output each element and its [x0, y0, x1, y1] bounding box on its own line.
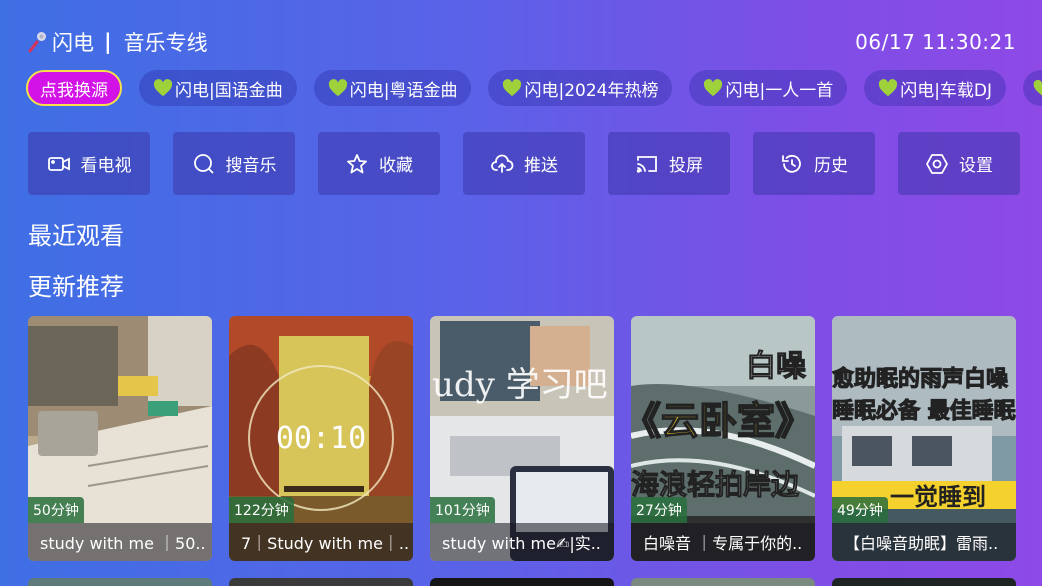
- chip-label: 闪电|国语金曲: [175, 80, 283, 101]
- video-card-peek[interactable]: [832, 578, 1016, 586]
- overlay-text: 愈助眠的雨声白噪: [832, 366, 1009, 392]
- action-label: 设置: [959, 156, 993, 176]
- cloud-upload-icon: [491, 154, 514, 173]
- video-card-peek[interactable]: [28, 578, 212, 586]
- source-chip-row: 点我换源 闪电|国语金曲 闪电|粤语金曲 闪电|2024年热榜 闪电|一人一首 …: [26, 70, 1042, 106]
- source-chip[interactable]: 闪电|2024年热榜: [488, 70, 673, 106]
- duration-badge: 101分钟: [430, 497, 495, 523]
- heart-icon: [503, 79, 522, 97]
- overlay-text: 一觉睡到: [890, 483, 986, 511]
- duration-badge: 122分钟: [229, 497, 294, 523]
- recommend-section-title: 更新推荐: [28, 273, 124, 301]
- chip-label: 闪电|2024年热榜: [524, 80, 659, 101]
- overlay-text: 白噪: [746, 349, 806, 384]
- action-label: 推送: [524, 156, 558, 176]
- card-title: 白噪音 ｜专属于你的..: [631, 523, 815, 561]
- star-icon: [347, 153, 367, 173]
- settings-button[interactable]: 设置: [898, 132, 1020, 195]
- duration-badge: 50分钟: [28, 497, 84, 523]
- heart-icon: [328, 79, 347, 97]
- action-label: 搜音乐: [225, 156, 277, 176]
- video-card[interactable]: 愈助眠的雨声白噪 睡眠必备 最佳睡眠 一觉睡到 49分钟 【白噪音助眠】雷雨..: [832, 316, 1016, 561]
- video-card-peek[interactable]: [229, 578, 413, 586]
- search-music-button[interactable]: 搜音乐: [173, 132, 295, 195]
- overlay-text: 《云卧室》: [631, 399, 813, 443]
- cast-icon: [636, 155, 657, 173]
- heart-icon: [1033, 79, 1042, 96]
- video-card[interactable]: udy 学习吧！ 101分钟 study with me✍|实..: [430, 316, 614, 561]
- recent-section-title: 最近观看: [28, 222, 124, 250]
- card-title: study with me✍|实..: [430, 523, 614, 561]
- brand-name: 闪电: [52, 31, 94, 55]
- action-label: 看电视: [80, 156, 132, 176]
- video-card-peek[interactable]: [430, 578, 614, 586]
- action-label: 投屏: [669, 156, 703, 176]
- card-title: study with me ｜50..: [28, 523, 212, 561]
- brand-subtitle: 音乐专线: [123, 31, 208, 55]
- video-card[interactable]: 50分钟 study with me ｜50..: [28, 316, 212, 561]
- history-icon: [782, 154, 801, 173]
- push-button[interactable]: 推送: [463, 132, 585, 195]
- source-chip[interactable]: 闪电|车载DJ: [864, 70, 1007, 106]
- card-title: 【白噪音助眠】雷雨..: [832, 523, 1016, 561]
- heart-icon: [153, 79, 173, 97]
- source-chip[interactable]: [1023, 70, 1042, 106]
- video-card[interactable]: 白噪 《云卧室》 海浪轻拍岸边 27分钟 白噪音 ｜专属于你的..: [631, 316, 815, 561]
- switch-source-chip[interactable]: 点我换源: [26, 70, 122, 106]
- action-bar: 看电视 搜音乐 收藏 推送 投屏 历史 设置: [28, 132, 1020, 195]
- top-bar: 闪电 | 音乐专线 06/17 11:30:21: [26, 27, 1016, 57]
- favorites-button[interactable]: 收藏: [318, 132, 440, 195]
- chip-label: 闪电|粤语金曲: [349, 80, 458, 101]
- overlay-text: 睡眠必备 最佳睡眠: [832, 398, 1016, 424]
- heart-icon: [704, 79, 723, 97]
- chip-label: 点我换源: [40, 80, 108, 101]
- heart-icon: [879, 79, 898, 97]
- history-button[interactable]: 历史: [753, 132, 875, 195]
- source-chip[interactable]: 闪电|国语金曲: [139, 70, 297, 106]
- search-icon: [193, 153, 214, 174]
- action-label: 历史: [814, 156, 848, 176]
- cast-button[interactable]: 投屏: [608, 132, 730, 195]
- tv-camera-icon: [47, 156, 70, 171]
- overlay-text: udy 学习吧！: [432, 365, 614, 405]
- video-card-peek[interactable]: [631, 578, 815, 586]
- recommend-list-next-row: [28, 578, 1016, 586]
- source-chip[interactable]: 闪电|一人一首: [689, 70, 848, 106]
- chip-label: 闪电|一人一首: [725, 80, 834, 101]
- recommend-list: 50分钟 study with me ｜50.. 00:10 122分钟 7｜S…: [28, 316, 1016, 561]
- clock: 06/17 11:30:21: [855, 30, 1016, 54]
- video-card[interactable]: 00:10 122分钟 7｜Study with me｜..: [229, 316, 413, 561]
- settings-icon: [926, 153, 948, 174]
- card-title: 7｜Study with me｜..: [229, 523, 413, 561]
- source-chip[interactable]: 闪电|粤语金曲: [313, 70, 472, 106]
- action-label: 收藏: [379, 156, 413, 176]
- duration-badge: 49分钟: [832, 497, 888, 523]
- duration-badge: 27分钟: [631, 497, 687, 523]
- watch-tv-button[interactable]: 看电视: [28, 132, 150, 195]
- chip-label: 闪电|车载DJ: [900, 80, 993, 101]
- app-brand: 闪电 | 音乐专线: [26, 27, 208, 57]
- brand-separator: |: [104, 30, 112, 54]
- timer-overlay: 00:10: [276, 421, 366, 456]
- microphone-icon: [28, 32, 46, 53]
